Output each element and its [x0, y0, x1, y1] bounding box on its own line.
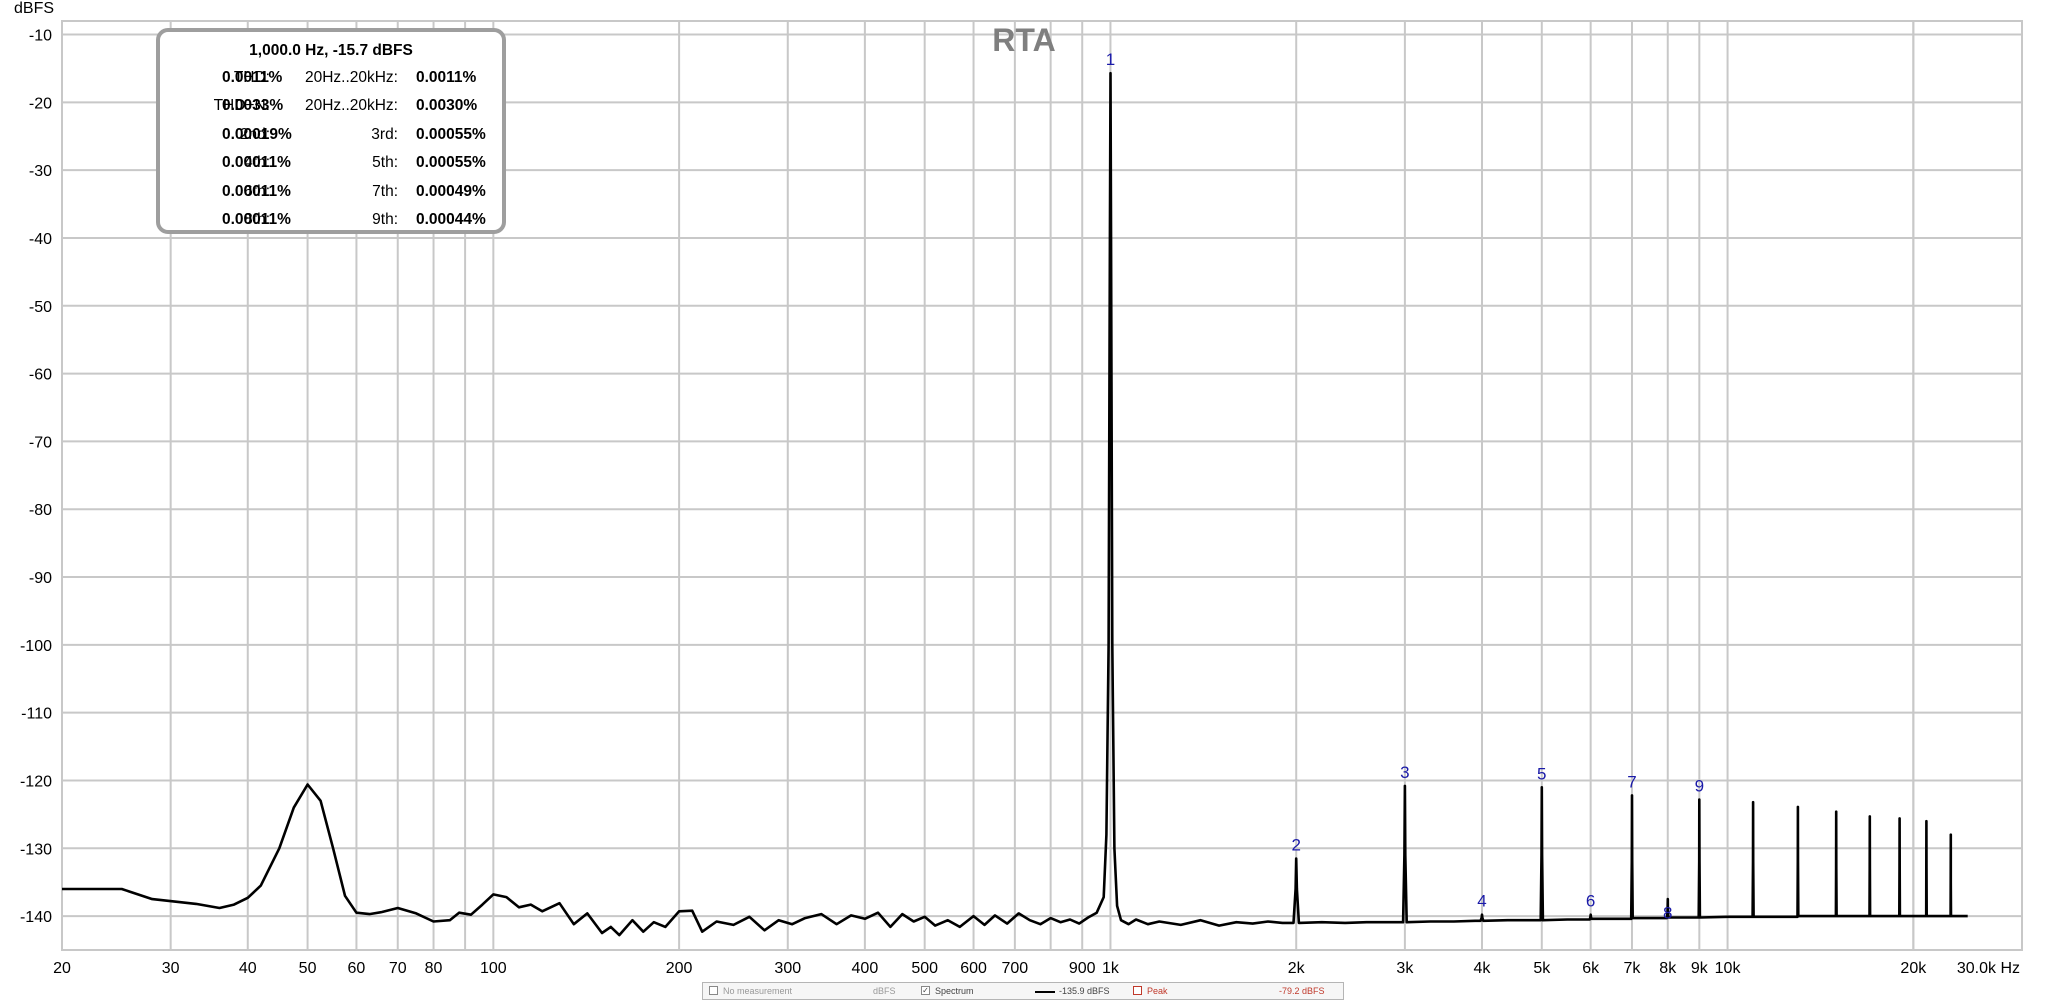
stats-label: 3rd: — [371, 126, 398, 143]
y-tick-label: -100 — [20, 638, 52, 655]
y-tick-label: -60 — [29, 367, 52, 384]
stats-label: 20Hz..20kHz: — [304, 97, 398, 114]
peak-checkbox[interactable] — [1133, 986, 1142, 995]
y-tick-label: -120 — [20, 773, 52, 790]
stats-value: 0.00011% — [222, 183, 291, 200]
harmonic-label: 6 — [1586, 892, 1595, 911]
stats-label: 9th: — [372, 211, 398, 228]
x-tick-label: 60 — [348, 960, 366, 977]
stats-value: 0.00011% — [222, 211, 291, 228]
x-tick-label: 30 — [162, 960, 180, 977]
peak-label: Peak — [1147, 986, 1168, 996]
harmonic-label: 9 — [1695, 776, 1704, 795]
x-tick-label: 50 — [299, 960, 317, 977]
x-tick-label: 3k — [1396, 960, 1414, 977]
spectrum-swatch — [1035, 991, 1055, 993]
x-tick-label: 70 — [389, 960, 407, 977]
x-tick-label: 500 — [911, 960, 938, 977]
y-tick-label: -110 — [21, 706, 52, 723]
x-tick-label: 10k — [1715, 960, 1742, 977]
y-tick-label: -130 — [20, 841, 52, 858]
stats-value: 0.00019% — [222, 126, 292, 143]
y-tick-label: -90 — [29, 570, 52, 587]
harmonic-label: 4 — [1477, 892, 1486, 911]
stats-label: 20Hz..20kHz: — [304, 69, 398, 86]
stats-header: 1,000.0 Hz, -15.7 dBFS — [249, 42, 413, 59]
stats-value: 0.00055% — [416, 126, 486, 143]
stats-row-4th-5th: 4th: 0.00011% 5th: 0.00055% — [160, 154, 502, 176]
y-tick-label: -10 — [29, 28, 52, 45]
spectrum-checkbox[interactable]: ✓ — [921, 986, 930, 995]
y-tick-label: -40 — [29, 231, 52, 248]
harmonic-label: 7 — [1627, 772, 1636, 791]
harmonic-label: 5 — [1537, 764, 1546, 783]
x-tick-label: 7k — [1624, 960, 1642, 977]
legend-bar: No measurement dBFS ✓ Spectrum -135.9 dB… — [702, 982, 1344, 1000]
x-tick-label: 400 — [852, 960, 879, 977]
y-tick-label: -50 — [29, 299, 52, 316]
x-tick-label: 2k — [1288, 960, 1306, 977]
stats-value: 0.0033% — [222, 97, 284, 114]
x-tick-label: 100 — [480, 960, 507, 977]
y-tick-label: -70 — [29, 434, 52, 451]
x-tick-label: 20k — [1900, 960, 1927, 977]
no-measurement-label: No measurement — [723, 986, 793, 996]
y-axis-label: dBFS — [14, 0, 54, 17]
x-axis-ticks: 20 30 40 50 60 70 80 100 200 300 400 500 600 700 900 1k… — [53, 960, 2020, 977]
stats-row-thd: THD: 0.0011% 20Hz..20kHz: 0.0011% — [160, 69, 502, 91]
x-tick-label: 20 — [53, 960, 71, 977]
x-tick-label: 200 — [666, 960, 693, 977]
stats-label: 7th: — [372, 183, 398, 200]
stats-value: 0.00055% — [416, 154, 486, 171]
y-tick-label: -140 — [20, 909, 52, 926]
stats-value: 0.00044% — [416, 211, 486, 228]
stats-row-thdn: THD+N: 0.0033% 20Hz..20kHz: 0.0030% — [160, 97, 502, 119]
stats-value: 0.0011% — [416, 69, 477, 86]
x-tick-label: 30.0k Hz — [1957, 960, 2020, 977]
stats-label: 5th: — [372, 154, 398, 171]
x-tick-label: 4k — [1474, 960, 1492, 977]
y-axis-ticks: -10 -20 -30 -40 -50 -60 -70 -80 -90 -100 -110 -120 -… — [20, 28, 52, 927]
x-tick-label: 8k — [1659, 960, 1677, 977]
x-tick-label: 5k — [1533, 960, 1551, 977]
stats-value: 0.00049% — [416, 183, 486, 200]
legend-unit: dBFS — [873, 986, 896, 996]
distortion-stats-panel: 1,000.0 Hz, -15.7 dBFS THD: 0.0011% 20Hz… — [156, 28, 506, 234]
stats-row-6th-7th: 6th: 0.00011% 7th: 0.00049% — [160, 183, 502, 205]
x-tick-label: 40 — [239, 960, 257, 977]
y-tick-label: -20 — [29, 95, 52, 112]
x-tick-label: 900 — [1069, 960, 1096, 977]
x-tick-label: 9k — [1691, 960, 1709, 977]
y-tick-label: -80 — [29, 502, 52, 519]
x-tick-label: 600 — [960, 960, 987, 977]
stats-row-8th-9th: 8th: 0.00011% 9th: 0.00044% — [160, 211, 502, 233]
y-tick-label: -30 — [29, 163, 52, 180]
harmonic-label: 8 — [1663, 903, 1672, 922]
stats-value: 0.0030% — [416, 97, 478, 114]
chart-title: RTA — [992, 22, 1055, 58]
x-tick-label: 300 — [774, 960, 801, 977]
no-measurement-checkbox[interactable] — [709, 986, 718, 995]
x-tick-label: 1k — [1102, 960, 1120, 977]
x-tick-label: 80 — [425, 960, 443, 977]
peak-value: -79.2 dBFS — [1279, 986, 1325, 996]
x-tick-label: 6k — [1582, 960, 1600, 977]
spectrum-label: Spectrum — [935, 986, 974, 996]
harmonic-label: 2 — [1291, 835, 1300, 854]
spectrum-value: -135.9 dBFS — [1059, 986, 1110, 996]
harmonic-label: 3 — [1400, 763, 1409, 782]
stats-value: 0.0011% — [222, 69, 283, 86]
stats-value: 0.00011% — [222, 154, 291, 171]
stats-row-2nd-3rd: 2nd: 0.00019% 3rd: 0.00055% — [160, 126, 502, 148]
harmonic-label: 1 — [1106, 50, 1115, 69]
x-tick-label: 700 — [1002, 960, 1029, 977]
